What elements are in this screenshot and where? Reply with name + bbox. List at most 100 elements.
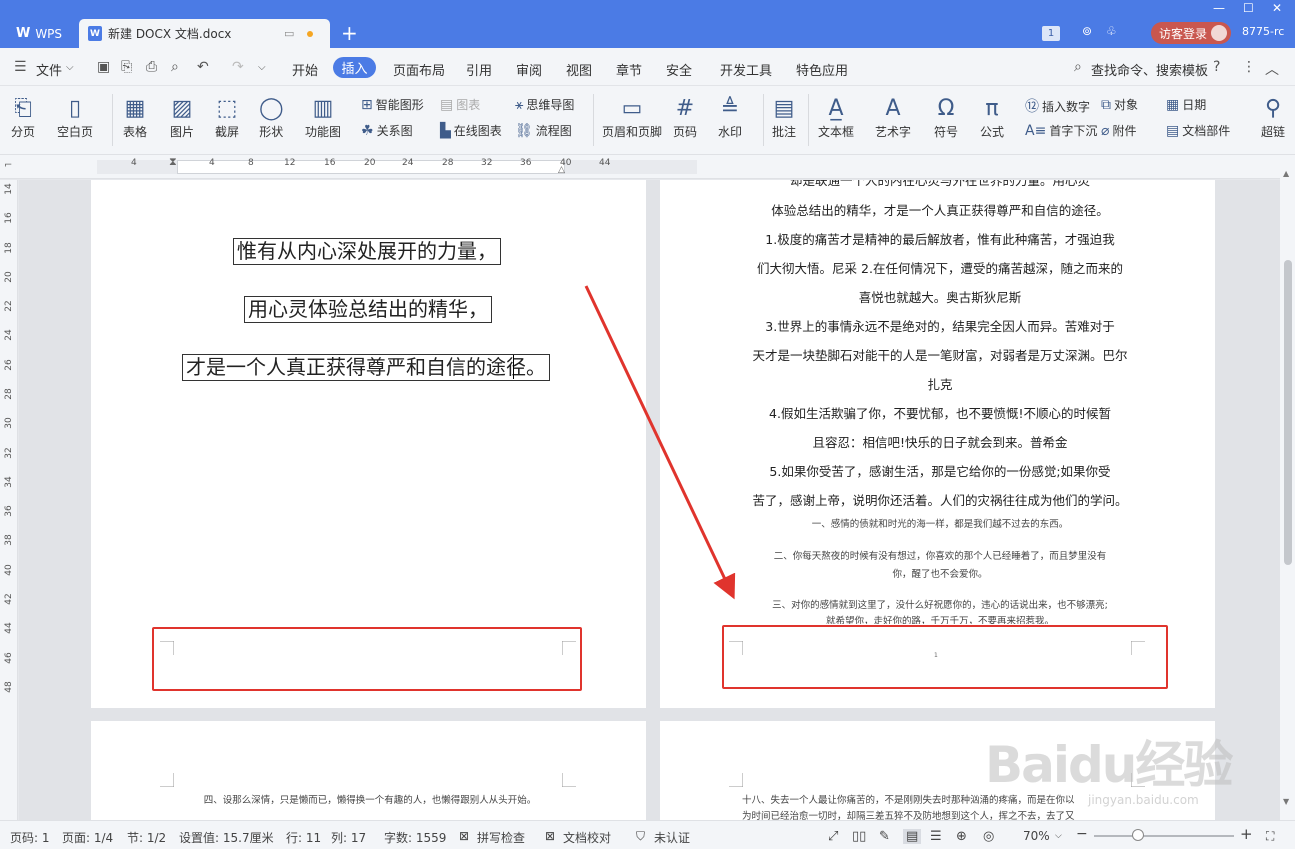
doc-parts-button[interactable]: ▤ 文档部件 [1166,122,1230,139]
insert-number-button[interactable]: ⑫ 插入数字 [1025,96,1090,116]
text-line[interactable]: 二、你每天熬夜的时候有没有想过，你喜欢的那个人已经睡着了，而且梦里没有 [730,548,1150,562]
status-row[interactable]: 行: 11 [286,829,321,846]
menu-file[interactable]: 文件 [36,60,62,79]
indent-marker-icon[interactable]: ⧗ [169,155,177,169]
print-preview-icon[interactable]: ⌕ [171,59,179,75]
text-line[interactable]: 就希望你，走好你的路，千万千万，不要再来招惹我。 [730,613,1150,624]
quick-access-more-icon[interactable]: ⌵ [258,62,266,73]
text-line[interactable]: 1.极度的痛苦才是精神的最后解放者，惟有此种痛苦，才强迫我 [730,229,1150,248]
menu-insert[interactable]: 插入 [333,57,376,78]
wordart-button[interactable]: A 艺术字 [875,95,911,140]
shirt-icon[interactable]: ♧ [1106,24,1117,38]
web-view-icon[interactable]: ⊕ [956,829,967,844]
read-mode-icon[interactable]: ▯▯ [852,829,866,844]
date-button[interactable]: ▦ 日期 [1166,96,1206,113]
right-indent-icon[interactable]: △ [558,165,565,175]
text-line[interactable]: 5.如果你受苦了，感谢生活，那是它给你的一份感觉;如果你受 [730,461,1150,480]
relation-chart-button[interactable]: ☘ 关系图 [361,122,413,139]
menu-references[interactable]: 引用 [466,60,492,79]
text-line[interactable]: 们大彻大悟。尼采 2.在任何情况下，遭受的痛苦越深，随之而来的 [730,258,1150,277]
status-page[interactable]: 页码: 1 [10,829,50,846]
horizontal-ruler[interactable]: ⌐ 4 4 8 12 16 20 24 28 32 36 40 44 ⧗ △ ⊟ [0,155,1295,179]
text-line[interactable]: 3.世界上的事情永远不是绝对的，结果完全因人而异。苦难对于 [730,316,1150,335]
text-line[interactable]: 体验总结出的精华，才是一个人真正获得尊严和自信的途径。 [730,200,1150,219]
text-line[interactable]: 苦了，感谢上帝，说明你还活着。人们的灾祸往往成为他们的学问。 [730,490,1150,509]
smart-shape-button[interactable]: ⊞ 智能图形 [361,96,424,113]
scrollbar-thumb[interactable] [1284,260,1292,565]
watermark-button[interactable]: ≜ 水印 [718,95,742,140]
outline-view-icon[interactable]: ☰ [930,829,942,844]
text-line[interactable]: 用心灵体验总结出的精华， [244,296,492,323]
zoom-slider[interactable] [1094,835,1234,837]
search-icon[interactable]: ⌕ [1074,59,1082,75]
save-icon[interactable]: ▣ [97,59,110,75]
status-setting[interactable]: 设置值: 15.7厘米 [179,829,274,846]
flowchart-button[interactable]: ⛓ 流程图 [515,122,572,139]
menu-security[interactable]: 安全 [666,60,692,79]
zoom-dropdown-icon[interactable]: ⌵ [1055,831,1062,841]
menu-review[interactable]: 审阅 [516,60,542,79]
formula-button[interactable]: π 公式 [980,95,1004,140]
hamburger-icon[interactable]: ☰ [14,59,27,75]
page-break-button[interactable]: ⎗ 分页 [11,95,35,140]
write-mode-icon[interactable]: ✎ [879,829,890,844]
menu-home[interactable]: 开始 [292,60,318,79]
picture-button[interactable]: ▨ 图片 [170,95,194,140]
text-line[interactable]: 喜悦也就越大。奥古斯狄尼斯 [730,287,1150,306]
command-search[interactable]: 查找命令、搜索模板 [1091,60,1208,79]
vertical-ruler[interactable]: 14 16 18 20 22 24 26 28 30 32 34 36 38 4… [0,180,18,820]
fullscreen-icon[interactable]: ⤢ [828,829,838,844]
chart-button[interactable]: ▤ 图表 [440,96,480,113]
attachment-button[interactable]: ⌀ 附件 [1101,122,1136,139]
eye-protect-icon[interactable]: ◎ [983,829,994,844]
more-icon[interactable]: ⋮ [1242,59,1256,75]
comment-button[interactable]: ▤ 批注 [772,95,796,140]
document-tab[interactable]: W 新建 DOCX 文档.docx ▭ [79,19,330,48]
minimize-icon[interactable]: — [1213,1,1225,15]
text-line[interactable]: 扎克 [730,374,1150,393]
zoom-slider-thumb[interactable] [1132,829,1144,841]
text-line[interactable]: 为时间已经治愈一切时，却隔三差五猝不及防地想到这个人，挥之不去，去了又 [742,808,1142,820]
certification-status[interactable]: 未认证 [654,829,690,846]
maximize-icon[interactable]: ☐ [1243,1,1254,15]
header-footer-button[interactable]: ▭ 页眉和页脚 [602,95,662,140]
online-chart-button[interactable]: ▙ 在线图表 [440,122,502,139]
blank-page-button[interactable]: ▯ 空白页 [57,95,93,140]
menu-chapter[interactable]: 章节 [616,60,642,79]
scroll-up-icon[interactable]: ▲ [1283,169,1289,178]
skin-icon[interactable]: ⊚ [1082,24,1092,38]
close-icon[interactable]: ✕ [1272,1,1282,15]
status-pages[interactable]: 页面: 1/4 [62,829,113,846]
menu-developer[interactable]: 开发工具 [720,60,772,79]
text-line[interactable]: 天才是一块垫脚石对能干的人是一笔财富，对弱者是万丈深渊。巴尔 [730,345,1150,364]
menu-features[interactable]: 特色应用 [796,60,848,79]
status-section[interactable]: 节: 1/2 [127,829,166,846]
text-line[interactable]: 四、设那么深情，只是懒而已，懒得换一个有趣的人，也懒得跟别人从头开始。 [160,792,580,806]
page-number-button[interactable]: # 页码 [673,95,697,140]
text-line[interactable]: 4.假如生活欺骗了你，不要忧郁，也不要愤慨!不顺心的时候暂 [730,403,1150,422]
monitor-icon[interactable]: ▭ [284,27,294,40]
status-wordcount[interactable]: 字数: 1559 [384,829,446,846]
mindmap-button[interactable]: ⚹ 思维导图 [515,96,574,113]
zoom-in-icon[interactable]: + [1240,825,1253,843]
spellcheck-button[interactable]: 拼写检查 [477,829,525,846]
text-line[interactable]: 惟有从内心深处展开的力量， [233,238,501,265]
help-icon[interactable]: ? [1213,59,1220,75]
zoom-level[interactable]: 70% [1023,829,1050,843]
collapse-ribbon-icon[interactable]: ︿ [1265,59,1279,79]
window-count-badge[interactable]: 1 [1042,26,1060,41]
text-line[interactable]: 一、感情的债就和时光的海一样，都是我们越不过去的东西。 [730,516,1150,530]
ruler-tab-icon[interactable]: ⌐ [4,160,12,171]
chevron-down-icon[interactable]: ⌵ [66,62,74,73]
export-icon[interactable]: ⎘ [121,59,132,75]
undo-icon[interactable]: ↶ [197,59,209,75]
text-line[interactable]: 才是一个人真正获得尊严和自信的途径。 [182,354,550,381]
vertical-scrollbar[interactable]: ▲ ▼ [1280,155,1295,820]
text-line[interactable]: 你，醒了也不会爱你。 [730,566,1150,580]
hyperlink-button[interactable]: ⚲ 超链 [1261,95,1285,140]
textbox-button[interactable]: A̲ 文本框 [818,95,854,140]
guest-login-button[interactable]: 访客登录 [1151,22,1231,44]
page-view-icon[interactable]: ▤ [903,829,922,844]
text-line[interactable]: 三、对你的感情就到这里了，没什么好祝愿你的，违心的话说出来，也不够漂亮; [730,597,1150,611]
text-line[interactable]: 且容忍：相信吧!快乐的日子就会到来。普希金 [730,432,1150,451]
